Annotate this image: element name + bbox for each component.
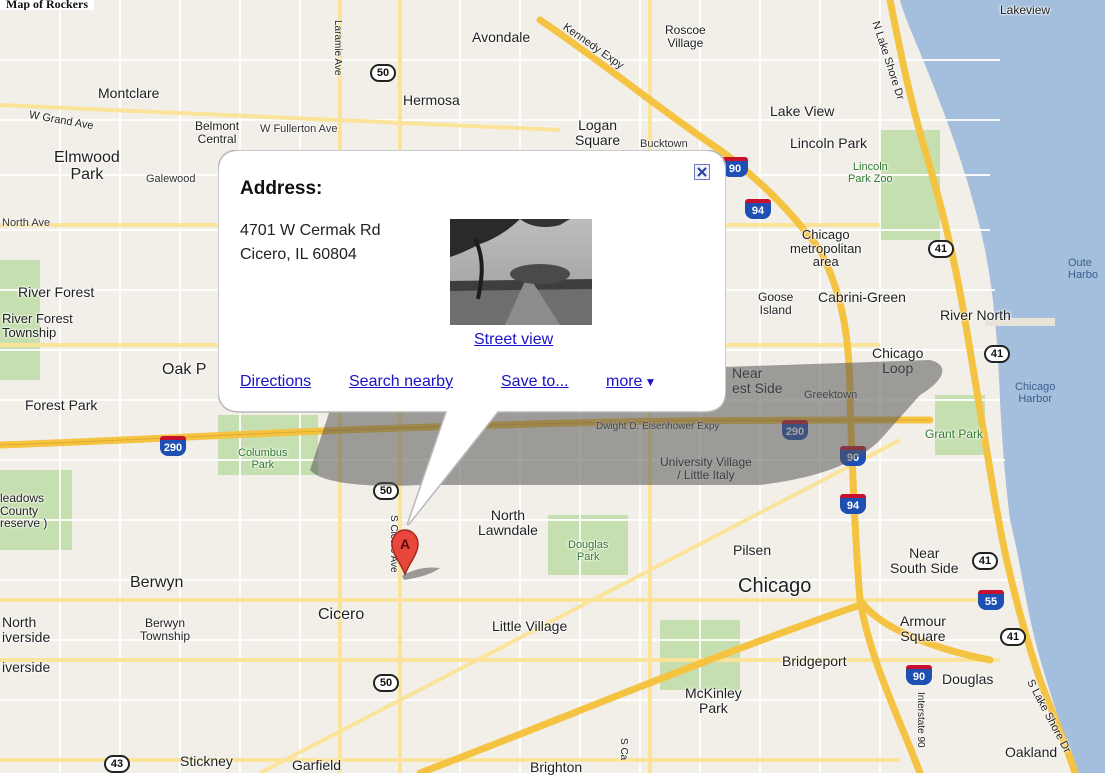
address-line-1: 4701 W Cermak Rd [240, 222, 381, 239]
i-290-shield-right: 290 [782, 420, 808, 440]
label-lincoln-park-zoo: Lincoln Park Zoo [848, 161, 893, 185]
label-galewood: Galewood [146, 173, 196, 185]
label-grant-park: Grant Park [925, 427, 984, 441]
i-94-shield-mid: 94 [840, 494, 866, 514]
label-chicago-harbor: Chicago Harbor [1015, 381, 1056, 405]
label-cicero: Cicero [318, 606, 365, 623]
label-forest-park: Forest Park [25, 397, 98, 413]
label-river-forest-township: River Forest Township [2, 311, 73, 340]
label-river-north: River North [940, 307, 1011, 323]
label-montclare: Montclare [98, 85, 160, 101]
label-oak-park: Oak P [162, 361, 207, 378]
label-logan-square: Logan Square [575, 117, 621, 148]
label-near-west-side: Near est Side [732, 365, 783, 396]
label-douglas-park: Douglas Park [568, 539, 609, 563]
label-lakeview: Lakeview [1000, 3, 1051, 17]
search-nearby-link[interactable]: Search nearby [349, 373, 453, 391]
label-riverside: iverside [2, 659, 51, 675]
label-belmont-central: Belmont Central [195, 119, 240, 146]
more-link-label: more [606, 373, 643, 390]
label-outer-harbor: Oute Harbo [1068, 257, 1098, 281]
label-bridgeport: Bridgeport [782, 653, 847, 669]
map-marker-a[interactable]: A [390, 528, 420, 576]
label-elmwood-park: Elmwood Park [54, 149, 120, 183]
label-pilsen: Pilsen [733, 542, 772, 558]
label-lincoln-park: Lincoln Park [790, 135, 868, 151]
label-brighton: Brighton [530, 759, 583, 775]
info-window-content: Address: 4701 W Cermak Rd Cicero, IL 608… [240, 164, 715, 400]
label-mckinley-park: McKinley Park [685, 685, 742, 716]
label-lake-view: Lake View [770, 103, 835, 119]
label-river-forest: River Forest [18, 284, 95, 300]
label-north-ave: North Ave [2, 217, 51, 229]
label-chicago-loop: Chicago Loop [872, 345, 924, 376]
us-41-shield-south: 41 [972, 552, 998, 570]
street-view-thumbnail[interactable] [450, 219, 592, 325]
close-icon[interactable] [694, 164, 710, 180]
i-90-shield-bot: 90 [906, 665, 932, 685]
label-douglas: Douglas [942, 671, 994, 687]
us-43-shield: 43 [104, 755, 130, 773]
i-90-shield-mid: 90 [840, 446, 866, 466]
more-link[interactable]: more ▼ [606, 373, 656, 391]
label-chicago-metro: Chicago metropolitan area [790, 227, 862, 270]
label-bucktown: Bucktown [640, 138, 688, 150]
label-w-fullerton-ave: W Fullerton Ave [260, 123, 338, 135]
label-interstate-90-94: Interstate 90 [915, 692, 926, 748]
label-laramie-ave: Laramie Ave [332, 20, 343, 76]
i-55-shield: 55 [978, 590, 1004, 610]
label-berwyn: Berwyn [130, 574, 184, 591]
label-little-village: Little Village [492, 618, 568, 634]
label-avondale: Avondale [472, 29, 531, 45]
us-50-shield-bot: 50 [373, 674, 399, 692]
us-50-shield-top: 50 [370, 64, 396, 82]
close-icon-glyph [697, 167, 707, 177]
marker-pin-icon: A [391, 529, 419, 576]
address-line-2: Cicero, IL 60804 [240, 246, 357, 263]
label-chicago: Chicago [738, 575, 812, 597]
marker-letter: A [400, 536, 410, 552]
label-armour-square: Armour Square [900, 613, 946, 644]
street-view-link[interactable]: Street view [474, 331, 553, 349]
directions-link[interactable]: Directions [240, 373, 311, 391]
us-41-shield-top: 41 [928, 240, 954, 258]
i-94-shield-top: 94 [745, 199, 771, 219]
label-meadows: leadows County reserve ) [0, 491, 48, 531]
popup-title: Address: [240, 178, 323, 199]
i-290-shield-left: 290 [160, 436, 186, 456]
label-cabrini-green: Cabrini-Green [818, 289, 906, 305]
label-oakland: Oakland [1005, 744, 1058, 760]
label-berwyn-township: Berwyn Township [140, 616, 191, 643]
page-title: Map of Rockers [0, 0, 94, 10]
label-stickney: Stickney [180, 753, 233, 769]
label-goose-island: Goose Island [758, 290, 794, 317]
label-hermosa: Hermosa [403, 92, 460, 108]
label-north-riverside: North iverside [2, 614, 51, 645]
label-garfield: Garfield [292, 757, 342, 773]
chevron-down-icon: ▼ [644, 375, 657, 389]
label-greektown: Greektown [804, 389, 858, 401]
label-roscoe-village: Roscoe Village [665, 23, 706, 50]
label-near-south-side: Near South Side [890, 545, 959, 576]
save-to-link[interactable]: Save to... [501, 373, 569, 391]
us-41-shield-lower: 41 [1000, 628, 1026, 646]
label-s-ca: S Ca [618, 738, 629, 761]
street-view-image [450, 219, 592, 325]
us-41-shield-loop: 41 [984, 345, 1010, 363]
